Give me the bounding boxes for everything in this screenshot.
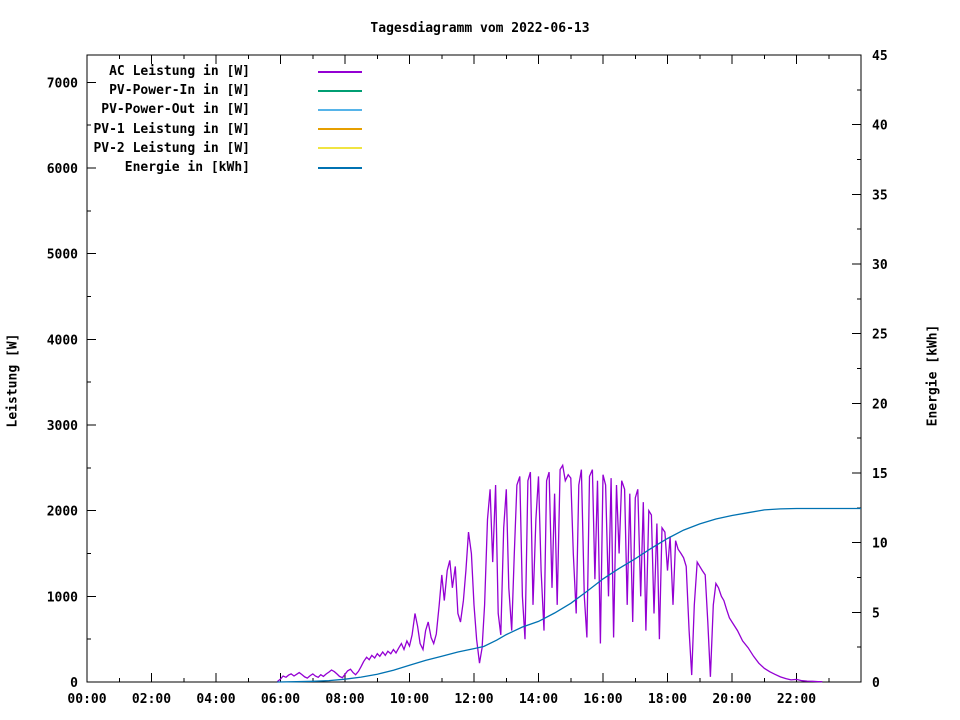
- x-tick-label: 16:00: [583, 692, 622, 707]
- legend-line-sample: [318, 70, 362, 73]
- legend-line-sample: [318, 166, 362, 169]
- x-tick-label: 10:00: [390, 692, 429, 707]
- y-right-tick-label: 30: [872, 258, 888, 273]
- y-right-tick-label: 5: [872, 606, 880, 621]
- x-tick-label: 12:00: [454, 692, 493, 707]
- x-tick-label: 20:00: [712, 692, 751, 707]
- legend-label: PV-1 Leistung in [W]: [93, 121, 250, 137]
- legend-label: PV-Power-Out in [W]: [101, 102, 250, 118]
- y-left-tick-label: 3000: [47, 419, 78, 434]
- legend-line-sample: [318, 147, 362, 150]
- y-right-tick-label: 45: [872, 49, 888, 64]
- y-right-tick-label: 40: [872, 119, 888, 134]
- x-tick-label: 04:00: [196, 692, 235, 707]
- legend-label: Energie in [kWh]: [124, 160, 250, 175]
- legend-label: PV-2 Leistung in [W]: [93, 140, 250, 156]
- daily-pv-chart: Tagesdiagramm vom 2022-06-13 Leistung [W…: [0, 0, 960, 720]
- x-tick-label: 00:00: [67, 692, 106, 707]
- y-left-tick-label: 1000: [47, 590, 78, 605]
- legend-item-pv-2-leistung-in-w: PV-2 Leistung in [W]: [90, 140, 380, 156]
- y-right-tick-label: 20: [872, 397, 888, 412]
- x-tick-label: 18:00: [648, 692, 687, 707]
- series-line-ac-leistung-in-w: [276, 463, 823, 683]
- legend-line-sample: [318, 89, 362, 92]
- legend-line-sample: [318, 108, 362, 111]
- legend-item-energie-in-kwh: Energie in [kWh]: [90, 160, 380, 176]
- x-tick-label: 08:00: [325, 692, 364, 707]
- x-tick-label: 02:00: [132, 692, 171, 707]
- legend-label: AC Leistung in [W]: [109, 64, 250, 79]
- y-left-tick-label: 0: [70, 676, 78, 691]
- y-right-tick-label: 15: [872, 467, 888, 482]
- y-left-tick-label: 4000: [47, 333, 78, 348]
- y-right-tick-label: 35: [872, 188, 888, 203]
- y-left-tick-label: 2000: [47, 505, 78, 520]
- y-right-tick-label: 10: [872, 537, 888, 552]
- y-left-tick-label: 7000: [47, 76, 78, 91]
- x-tick-label: 14:00: [519, 692, 558, 707]
- legend-item-ac-leistung-in-w: AC Leistung in [W]: [90, 64, 380, 80]
- series-line-energie-in-kwh: [277, 507, 861, 683]
- legend-label: PV-Power-In in [W]: [109, 83, 250, 99]
- legend-item-pv-power-out-in-w: PV-Power-Out in [W]: [90, 102, 380, 118]
- y-right-tick-label: 25: [872, 328, 888, 343]
- legend-line-sample: [318, 128, 362, 131]
- x-tick-label: 06:00: [261, 692, 300, 707]
- legend-item-pv-1-leistung-in-w: PV-1 Leistung in [W]: [90, 121, 380, 137]
- y-left-tick-label: 5000: [47, 248, 78, 263]
- legend-item-pv-power-in-in-w: PV-Power-In in [W]: [90, 83, 380, 99]
- x-tick-label: 22:00: [777, 692, 816, 707]
- y-left-tick-label: 6000: [47, 162, 78, 177]
- y-right-tick-label: 0: [872, 676, 880, 691]
